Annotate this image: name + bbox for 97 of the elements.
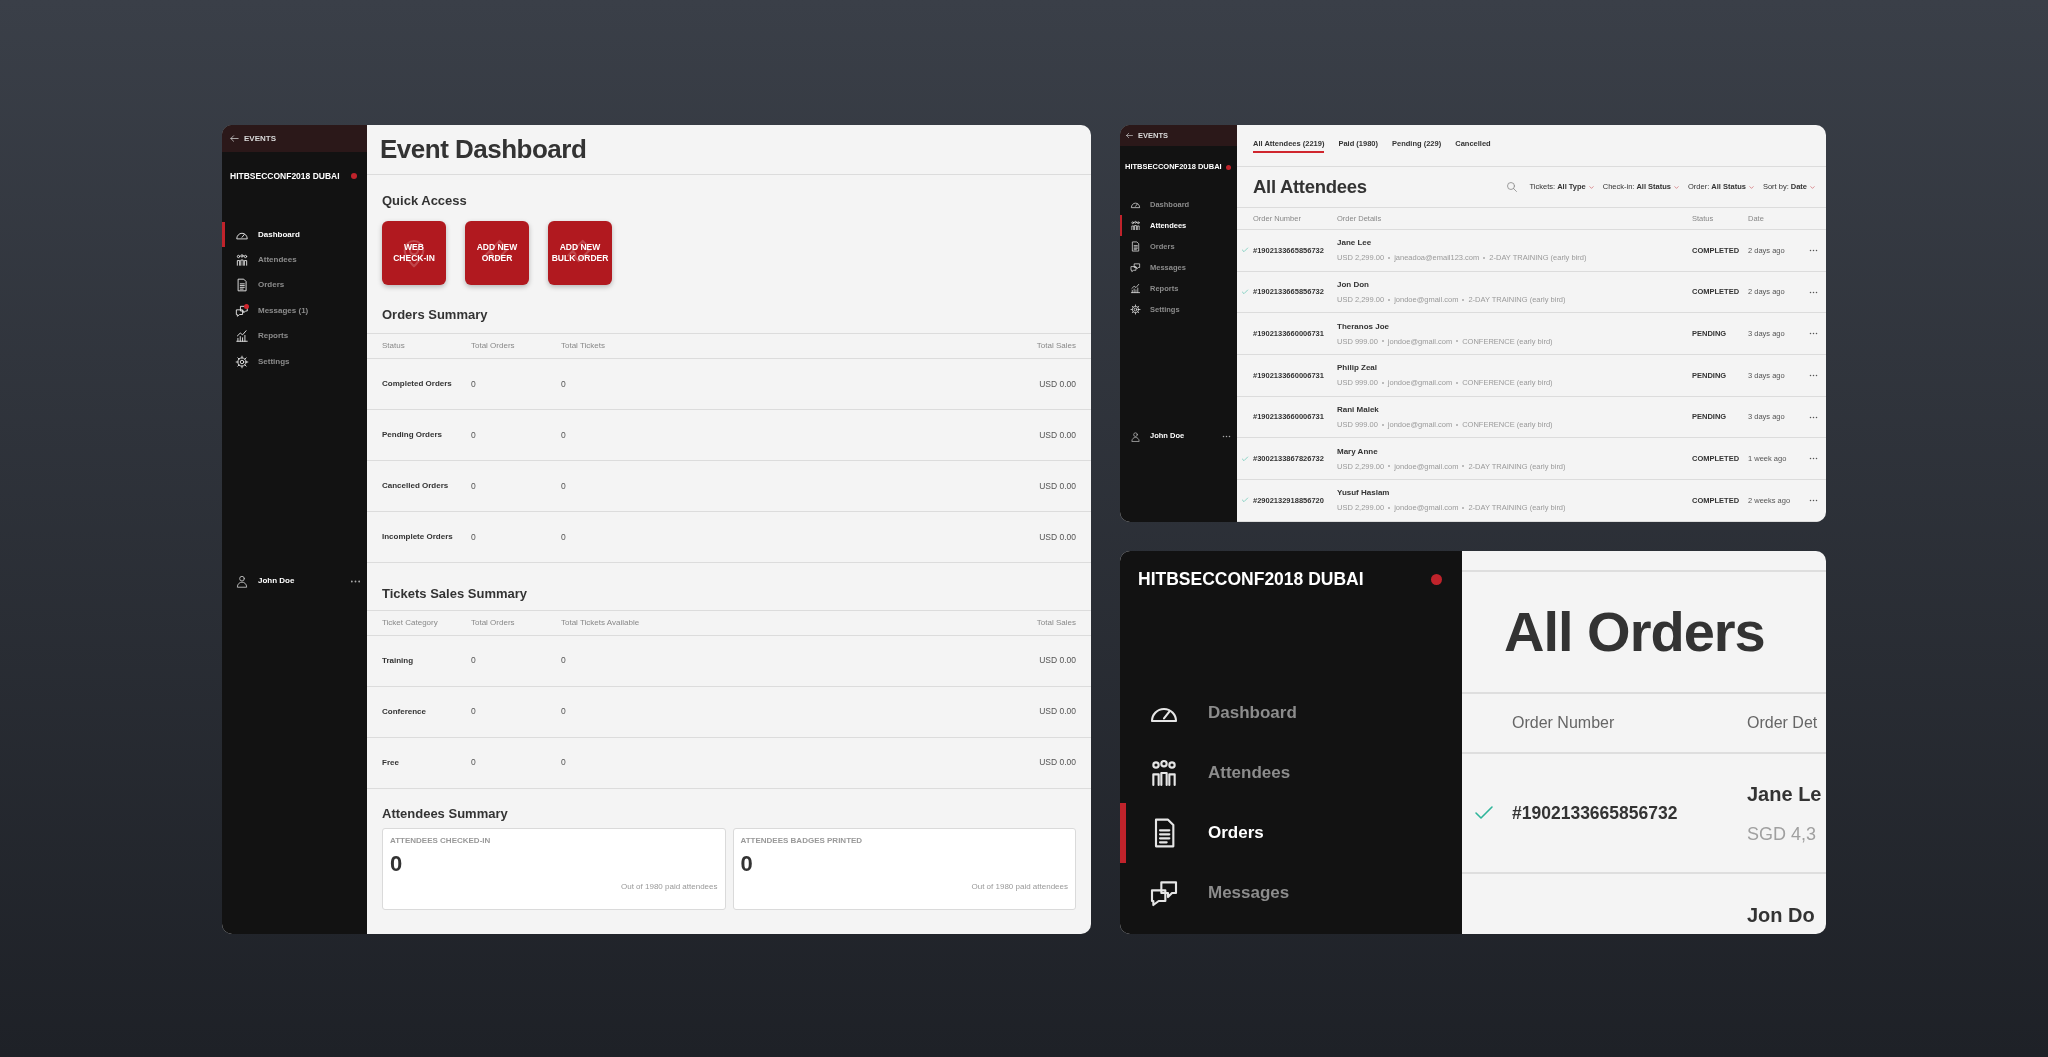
column-header: Total Tickets Available — [561, 616, 641, 629]
table-cell-text: 0 — [561, 756, 567, 769]
column-header: Total Sales — [1036, 616, 1076, 629]
card-note: Out of 1980 paid attendees — [971, 881, 1068, 893]
table-cell-text: 0 — [561, 377, 567, 391]
chevron-down-icon — [1673, 183, 1681, 191]
table-cell: USD 0.00 — [1039, 756, 1076, 769]
customer-name: Jane Le — [1747, 781, 1822, 807]
chart-icon — [234, 329, 249, 344]
customer-name: Jon Do — [1747, 903, 1815, 928]
quick-access-button[interactable]: WEB CHECK-IN — [382, 220, 446, 285]
card-label: ATTENDEES CHECKED-IN — [390, 835, 492, 847]
sidebar-nav-item[interactable]: Settings — [222, 348, 367, 375]
quick-access-button[interactable]: ADD NEW ORDER — [465, 220, 529, 285]
chat-icon — [234, 303, 249, 318]
sidebar-nav-item[interactable]: Attendees — [222, 247, 367, 273]
settings-icon — [234, 354, 249, 369]
sidebar-nav-item[interactable]: Dashboard — [222, 222, 367, 248]
order-number: #1902133665856732 — [1512, 801, 1679, 825]
sidebar-nav-item[interactable]: Messages — [1120, 863, 1462, 923]
chevron-down-icon — [1587, 183, 1595, 191]
back-arrow-icon — [1125, 131, 1134, 140]
table-cell: USD 0.00 — [1039, 530, 1076, 544]
column-header: Total Orders — [471, 340, 516, 352]
page-title: All Orders — [1504, 599, 1765, 665]
chart-icon — [1129, 283, 1141, 294]
section-title: Orders Summary — [381, 305, 489, 324]
section-title: Quick Access — [382, 192, 468, 210]
event-name: HITBSECCONF2018 DUBAI — [230, 169, 340, 183]
table-cell-text: Incomplete Orders — [382, 531, 454, 543]
chevron-down-icon — [1747, 183, 1755, 191]
user-icon — [234, 574, 249, 589]
table-cell-text: 0 — [471, 479, 477, 493]
column-header: Ticket Category — [382, 616, 439, 629]
event-name: HITBSECCONF2018 DUBAI — [1138, 567, 1364, 591]
card-value: 0 — [740, 851, 754, 877]
chat-icon — [1129, 262, 1141, 273]
table-cell-text: Pending Orders — [382, 429, 443, 441]
card-value: 0 — [390, 851, 404, 877]
sidebar-nav-item[interactable]: Reports — [222, 323, 367, 349]
events-back-link[interactable]: EVENTS — [229, 132, 276, 145]
table-cell-text: 0 — [561, 479, 567, 493]
people-icon — [234, 253, 249, 268]
table-cell-text: 0 — [471, 428, 477, 442]
table-cell-text: Cancelled Orders — [382, 480, 450, 492]
user-icon — [1129, 430, 1141, 442]
table-cell-text: 0 — [561, 530, 567, 544]
attendee-name: Jon Don — [1337, 278, 1370, 291]
sidebar-nav-item[interactable]: Messages (1) — [222, 298, 367, 324]
page-title: Event Dashboard — [380, 133, 587, 166]
table-cell-text: 0 — [561, 705, 567, 718]
section-title: Attendees Summary — [381, 804, 509, 823]
table-cell-text: 0 — [561, 428, 567, 442]
document-icon — [1129, 241, 1141, 252]
table-cell-text: 0 — [561, 654, 567, 667]
table-cell-text: 0 — [471, 654, 477, 667]
attendee-name: Philip Zeal — [1337, 362, 1378, 375]
column-header: Total Tickets — [561, 340, 606, 352]
column-header: Order Number — [1512, 713, 1615, 733]
user-profile-link[interactable]: John Doe — [234, 574, 295, 589]
table-cell: USD 0.00 — [1039, 654, 1076, 667]
table-cell-text: 0 — [471, 377, 477, 391]
sidebar-nav-item[interactable]: Attendees — [1120, 743, 1462, 803]
card-note: Out of 1980 paid attendees — [620, 881, 718, 893]
quick-access-button[interactable]: ADD NEW BULK ORDER — [548, 220, 612, 285]
sidebar-nav-item[interactable]: Orders — [1120, 803, 1462, 863]
table-cell-text: Conference — [382, 705, 427, 718]
card-label: ATTENDEES BADGES PRINTED — [740, 835, 864, 847]
column-header: Order Det — [1747, 713, 1818, 733]
order-amount: SGD 4,3 — [1747, 822, 1817, 846]
sidebar-nav-item[interactable]: Dashboard — [1120, 683, 1462, 743]
table-cell-text: Training — [382, 654, 415, 667]
chevron-down-icon — [1809, 183, 1816, 191]
attendee-name: Jane Lee — [1337, 237, 1373, 250]
column-header: Status — [382, 340, 406, 352]
gauge-icon — [1129, 199, 1141, 210]
attendee-name: Yusuf Haslam — [1337, 487, 1391, 500]
table-cell-text: Free — [382, 756, 400, 769]
column-header: Total Orders — [471, 616, 516, 629]
section-title: Tickets Sales Summary — [381, 585, 528, 603]
attendee-name: Mary Anne — [1337, 445, 1379, 458]
back-arrow-icon — [229, 133, 240, 144]
table-cell-text: Completed Orders — [382, 378, 453, 390]
attendee-name: Rani Malek — [1337, 403, 1380, 416]
table-cell: USD 0.00 — [1039, 377, 1076, 391]
people-icon — [1129, 220, 1141, 231]
table-cell-text: 0 — [471, 705, 477, 718]
table-cell-text: 0 — [471, 756, 477, 769]
page-title: All Attendees — [1253, 175, 1367, 200]
column-header: Total Sales — [1036, 340, 1076, 352]
table-cell: USD 0.00 — [1039, 479, 1076, 493]
settings-icon — [1129, 304, 1141, 315]
sidebar-nav-item[interactable]: Orders — [222, 272, 367, 299]
table-cell-text: 0 — [471, 530, 477, 544]
table-cell: USD 0.00 — [1039, 705, 1076, 718]
table-cell: USD 0.00 — [1039, 428, 1076, 442]
attendee-name: Theranos Joe — [1337, 320, 1390, 333]
